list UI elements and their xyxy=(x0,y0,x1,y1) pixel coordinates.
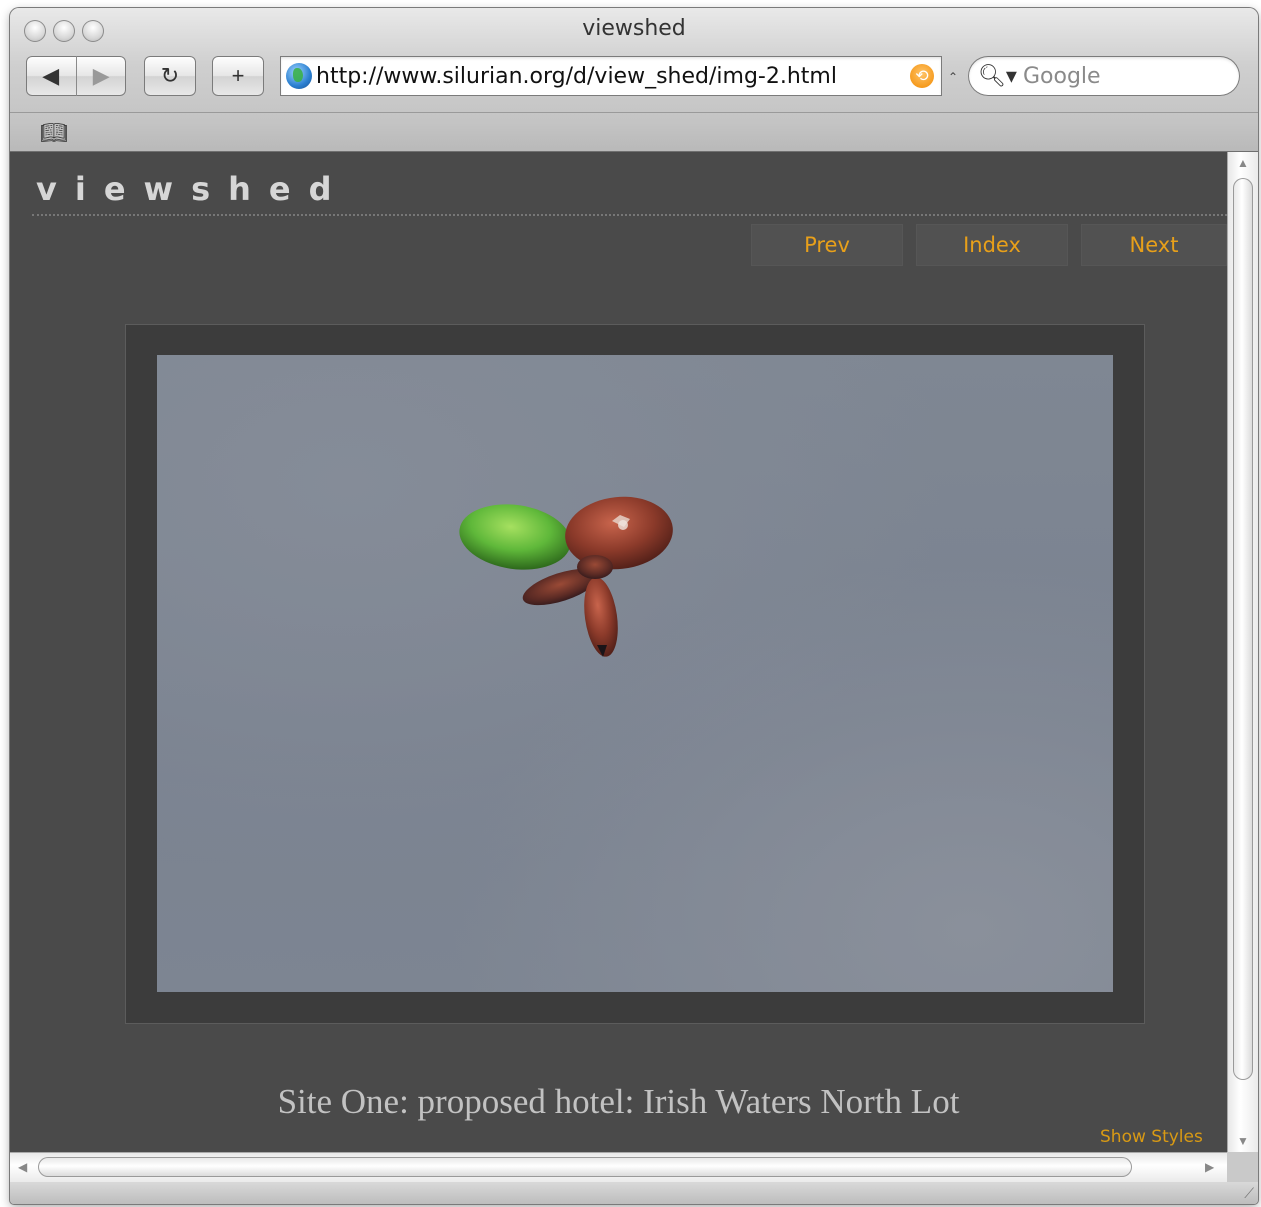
scroll-down-icon[interactable]: ▼ xyxy=(1237,1134,1249,1148)
vertical-scrollbar[interactable]: ▲ ▼ xyxy=(1227,152,1258,1152)
resize-grip-icon[interactable]: ⟋ xyxy=(1244,1185,1254,1202)
plus-icon: + xyxy=(231,63,245,88)
window-title: viewshed xyxy=(582,16,686,41)
web-page: viewshed Prev Index Next Site One: propo… xyxy=(10,152,1227,1152)
next-link[interactable]: Next xyxy=(1081,224,1227,266)
browser-window: viewshed ◀ ▶ ↻ + http://www.silurian.org… xyxy=(10,8,1258,1204)
horizontal-scrollbar[interactable]: ◀ ▶ xyxy=(10,1152,1227,1183)
scroll-right-icon[interactable]: ▶ xyxy=(1205,1160,1214,1174)
browser-toolbar: viewshed ◀ ▶ ↻ + http://www.silurian.org… xyxy=(10,8,1258,152)
globe-icon xyxy=(286,63,312,89)
photo xyxy=(157,355,1113,992)
back-arrow-icon: ◀ xyxy=(42,63,60,88)
horizontal-scroll-thumb[interactable] xyxy=(38,1157,1132,1177)
balloon-cluster-image xyxy=(459,496,673,657)
prev-link[interactable]: Prev xyxy=(751,224,903,266)
forward-arrow-icon: ▶ xyxy=(92,63,110,88)
status-bar: ⟋ xyxy=(10,1182,1258,1204)
address-bar[interactable]: http://www.silurian.org/d/view_shed/img-… xyxy=(280,56,942,96)
scroll-left-icon[interactable]: ◀ xyxy=(18,1160,27,1174)
resize-handle-icon[interactable]: ⌃ xyxy=(948,70,958,84)
reload-icon: ↻ xyxy=(160,63,180,88)
index-link[interactable]: Index xyxy=(916,224,1068,266)
address-text[interactable]: http://www.silurian.org/d/view_shed/img-… xyxy=(316,64,910,89)
show-styles-link[interactable]: Show Styles xyxy=(1100,1127,1203,1147)
add-bookmark-button[interactable]: + xyxy=(212,56,264,96)
bookmarks-bar: 📖︎ xyxy=(10,112,1258,151)
back-forward-buttons: ◀ ▶ xyxy=(26,56,126,96)
site-title: viewshed xyxy=(36,170,350,208)
photo-frame xyxy=(125,324,1145,1024)
reload-button[interactable]: ↻ xyxy=(144,56,196,96)
book-icon[interactable]: 📖︎ xyxy=(40,120,68,146)
back-button[interactable]: ◀ xyxy=(26,63,76,89)
scroll-up-icon[interactable]: ▲ xyxy=(1237,156,1249,170)
vertical-scroll-thumb[interactable] xyxy=(1233,178,1253,1080)
photo-caption: Site One: proposed hotel: Irish Waters N… xyxy=(277,1082,960,1121)
title-divider xyxy=(32,214,1227,216)
search-placeholder: Google xyxy=(1022,63,1101,89)
rss-icon[interactable]: ⟲ xyxy=(910,64,934,88)
forward-button[interactable]: ▶ xyxy=(77,63,127,89)
search-icon: 🔍︎▾ xyxy=(978,63,1017,89)
search-field[interactable]: 🔍︎▾ Google xyxy=(968,56,1240,96)
